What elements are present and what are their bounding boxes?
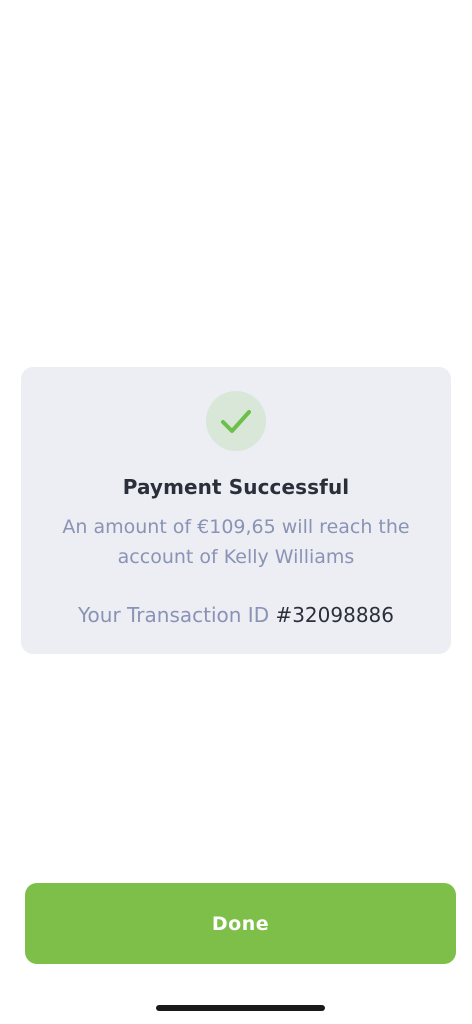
transaction-label: Your Transaction ID [77, 603, 270, 627]
checkmark-icon [221, 410, 251, 433]
success-badge [206, 391, 266, 451]
payment-success-card: Payment Successful An amount of €109,65 … [21, 367, 451, 654]
transaction-info: Your Transaction ID #32098886 [21, 600, 451, 630]
transaction-id: #32098886 [275, 603, 395, 627]
home-indicator[interactable] [156, 1005, 325, 1011]
success-message: An amount of €109,65 will reach the acco… [62, 516, 410, 568]
done-button[interactable]: Done [25, 883, 456, 964]
success-title: Payment Successful [122, 475, 350, 499]
